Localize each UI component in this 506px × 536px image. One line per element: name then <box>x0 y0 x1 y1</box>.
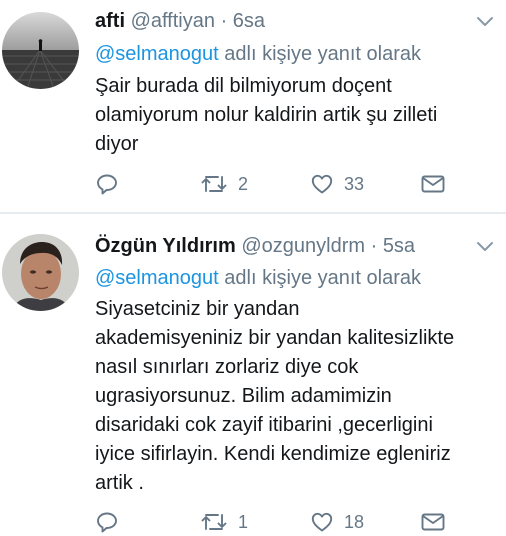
tweet-text-line: akademisyeniniz bir yandan kalitesizlikt… <box>95 327 455 349</box>
timestamp[interactable]: 5sa <box>383 235 415 257</box>
tweet-text-line: ugrasiyorsunuz. Bilim adamimizin <box>95 385 392 407</box>
display-name[interactable]: Özgün Yıldırım <box>95 235 236 257</box>
tweet[interactable]: Özgün Yıldırım @ozgunyldrm · 5sa @selman… <box>0 0 506 533</box>
retweet-count: 1 <box>238 511 249 532</box>
tweet-text-line: nasıl sınırları zorlariz diye cok <box>95 356 359 378</box>
tweet-header: Özgün Yıldırım @ozgunyldrm · 5sa <box>95 234 415 258</box>
avatar[interactable] <box>2 234 79 311</box>
like-button[interactable]: 18 <box>310 508 364 536</box>
like-count: 18 <box>344 511 365 532</box>
separator-dot: · <box>370 235 378 257</box>
user-handle[interactable]: @ozgunyldrm <box>241 235 365 257</box>
retweet-button[interactable]: 1 <box>200 508 248 536</box>
dm-icon <box>421 513 445 531</box>
tweet-actions: 1 18 <box>95 508 495 536</box>
direct-message-button[interactable] <box>420 508 446 536</box>
tweet-text-line: artik . <box>95 472 144 494</box>
tweet-text-line: Siyasetciniz bir yandan <box>95 298 300 320</box>
tweet-text: Siyasetciniz bir yandan akademisyeniniz … <box>95 295 500 498</box>
reply-context-text: adlı kişiye yanıt olarak <box>218 267 422 289</box>
reply-context: @selmanogut adlı kişiye yanıt olarak <box>95 266 421 290</box>
like-icon <box>311 512 333 532</box>
reply-icon <box>97 512 117 533</box>
tweet-text-line: disaridaki cok zayif itibarini ,gecerlig… <box>95 414 433 436</box>
reply-mention-link[interactable]: @selmanogut <box>95 267 219 289</box>
tweet-text-line: iyice sifirlayin. Kendi kendimize egleni… <box>95 443 451 465</box>
reply-button[interactable] <box>95 508 119 536</box>
retweet-icon <box>201 514 227 530</box>
chevron-down-icon[interactable] <box>476 241 494 253</box>
